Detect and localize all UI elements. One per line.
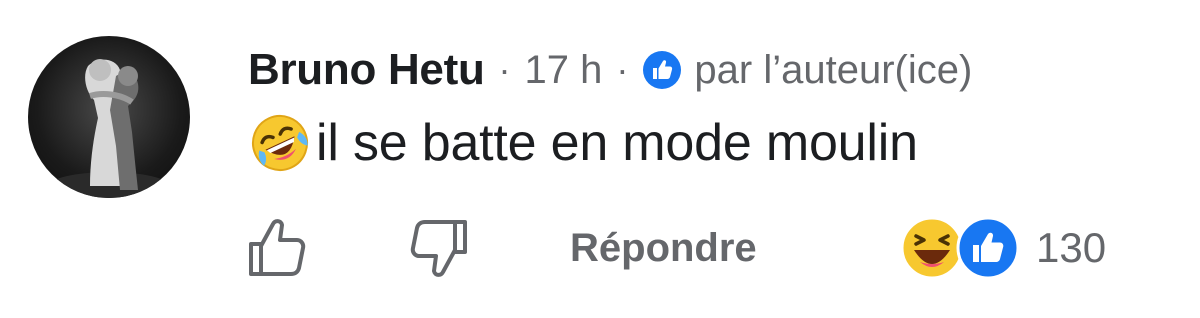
author-badge: par l’auteur(ice)	[642, 48, 972, 93]
comment: Bruno Hetu · 17 h · par l’auteur(ice) il…	[0, 0, 1200, 318]
reactions-summary[interactable]: 130	[900, 216, 1106, 280]
reply-button[interactable]: Répondre	[570, 220, 757, 276]
like-button[interactable]	[244, 216, 310, 280]
thumbs-up-icon	[249, 219, 306, 276]
author-name[interactable]: Bruno Hetu	[248, 45, 485, 95]
comment-actions: Répondre 130	[244, 216, 1144, 280]
comment-header: Bruno Hetu · 17 h · par l’auteur(ice)	[248, 40, 972, 100]
avatar[interactable]	[28, 36, 190, 198]
avatar-photo	[49, 59, 169, 198]
author-badge-label: par l’auteur(ice)	[694, 47, 973, 92]
comment-text: il se batte en mode moulin	[316, 114, 918, 172]
timestamp[interactable]: 17 h	[525, 48, 603, 93]
separator: ·	[498, 49, 511, 90]
thumbs-down-icon	[410, 220, 467, 277]
haha-reaction-icon	[900, 216, 964, 280]
dislike-button[interactable]	[408, 216, 474, 280]
rolling-laughing-emoji-icon	[250, 113, 310, 173]
reaction-count: 130	[1036, 224, 1107, 271]
like-badge-icon	[642, 50, 682, 90]
separator: ·	[616, 49, 629, 90]
like-reaction-icon	[956, 216, 1020, 280]
comment-body: il se batte en mode moulin	[250, 108, 918, 178]
